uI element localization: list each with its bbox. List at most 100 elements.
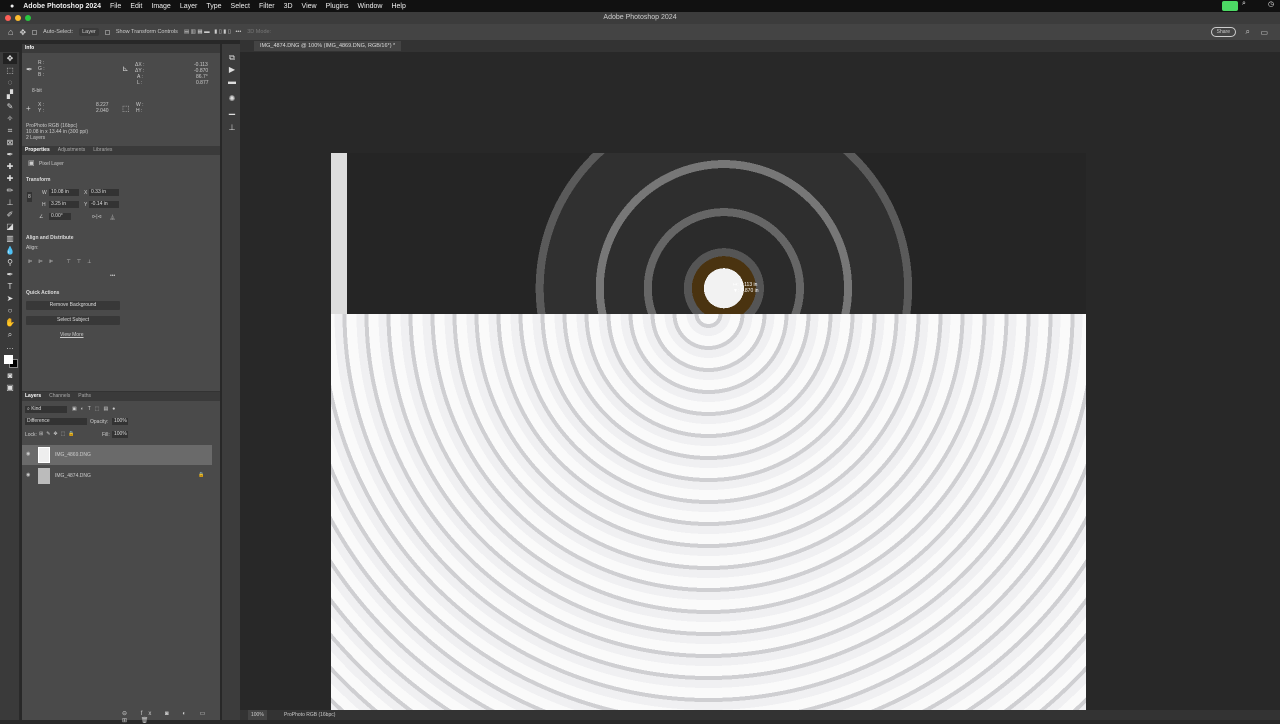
blend-mode-dropdown[interactable]: Difference	[25, 418, 87, 425]
app-menu[interactable]: Adobe Photoshop 2024	[23, 3, 101, 10]
menu-window[interactable]: Window	[358, 3, 383, 10]
document-tab[interactable]: IMG_4874.DNG @ 100% (IMG_4869.DNG, RGB/1…	[254, 41, 402, 51]
lock-icons[interactable]: ⊞✎✥⬚🔒	[39, 431, 78, 437]
histogram-icon[interactable]: ▁	[225, 105, 239, 116]
layer-name[interactable]: IMG_4869.DNG	[55, 452, 91, 458]
layer-filter-icons[interactable]: ▣◐T⬚▤●	[72, 406, 119, 412]
tab-info[interactable]: Info	[25, 44, 34, 53]
quick-mask-icon[interactable]: ◙	[3, 370, 17, 381]
menu-file[interactable]: File	[110, 3, 121, 10]
marquee-tool-icon[interactable]: ⬚	[3, 65, 17, 76]
zoom-level[interactable]: 100%	[248, 710, 267, 720]
height-input[interactable]: 3.25 in	[49, 201, 79, 208]
clone-source-icon[interactable]: ⊥	[225, 122, 239, 133]
menu-edit[interactable]: Edit	[130, 3, 142, 10]
width-input[interactable]: 10.08 in	[49, 189, 79, 196]
layer-filter-dropdown[interactable]: ⌕ Kind	[25, 406, 67, 413]
view-more-link[interactable]: View More	[60, 332, 84, 338]
menu-filter[interactable]: Filter	[259, 3, 275, 10]
tab-layers[interactable]: Layers	[25, 392, 41, 401]
share-button[interactable]: Share	[1210, 27, 1236, 37]
visibility-eye-icon[interactable]: ◉	[26, 451, 30, 457]
layer-name[interactable]: IMG_4874.DNG	[55, 473, 91, 479]
menu-image[interactable]: Image	[151, 3, 170, 10]
quick-select-tool-icon[interactable]: ✎	[3, 101, 17, 112]
blur-tool-icon[interactable]: 💧	[3, 245, 17, 256]
menu-plugins[interactable]: Plugins	[326, 3, 349, 10]
flip-horizontal-icon[interactable]: ⊳|⊲	[92, 214, 102, 220]
transform-section-header[interactable]: Transform	[26, 177, 50, 183]
menu-type[interactable]: Type	[206, 3, 221, 10]
patch-tool-icon[interactable]: ✚	[3, 173, 17, 184]
align-section-header[interactable]: Align and Distribute	[26, 235, 74, 241]
pen-tool-icon[interactable]: ✒	[3, 269, 17, 280]
crop-tool-icon[interactable]: ⌗	[3, 125, 17, 136]
tab-libraries[interactable]: Libraries	[93, 146, 112, 155]
y-input[interactable]: -0.14 in	[89, 201, 119, 208]
path-select-tool-icon[interactable]: ➤	[3, 293, 17, 304]
gradient-tool-icon[interactable]: ▥	[3, 233, 17, 244]
healing-brush-tool-icon[interactable]: ✚	[3, 161, 17, 172]
menu-3d[interactable]: 3D	[284, 3, 293, 10]
auto-select-checkbox[interactable]	[32, 29, 38, 35]
dodge-tool-icon[interactable]: ⚲	[3, 257, 17, 268]
clock-icon[interactable]: ◷	[1268, 0, 1274, 8]
history-icon[interactable]: ⧉	[225, 52, 239, 63]
stamp-tool-icon[interactable]: ⊥	[3, 197, 17, 208]
layer-row[interactable]: ◉ IMG_4869.DNG	[22, 445, 212, 465]
frame-tool-icon[interactable]: ⊠	[3, 137, 17, 148]
angle-input[interactable]: 0.00°	[49, 213, 71, 220]
search-icon[interactable]: ⌕	[1242, 0, 1246, 8]
menu-help[interactable]: Help	[391, 3, 405, 10]
tab-adjustments[interactable]: Adjustments	[58, 146, 86, 155]
home-icon[interactable]: ⌂	[8, 27, 13, 37]
object-select-tool-icon[interactable]: ▞	[3, 89, 17, 100]
eraser-tool-icon[interactable]: ◪	[3, 221, 17, 232]
document-canvas[interactable]	[331, 153, 1086, 712]
eyedropper-tool-icon[interactable]: ✒	[3, 149, 17, 160]
shape-tool-icon[interactable]: ○	[3, 305, 17, 316]
minimize-window-button[interactable]	[15, 15, 21, 21]
menu-view[interactable]: View	[302, 3, 317, 10]
document-profile[interactable]: ProPhoto RGB (16bpc)	[284, 710, 335, 720]
search-icon[interactable]: ⌕	[1246, 27, 1250, 37]
screen-record-icon[interactable]	[1222, 1, 1238, 11]
auto-select-target-dropdown[interactable]: Layer	[79, 28, 99, 36]
link-icon[interactable]: 8	[27, 192, 32, 202]
tab-properties[interactable]: Properties	[25, 146, 50, 155]
actions-play-icon[interactable]: ▶	[225, 64, 239, 75]
apple-icon[interactable]: ●	[10, 3, 14, 10]
layer-row[interactable]: ◉ IMG_4874.DNG 🔒	[22, 466, 212, 486]
menu-layer[interactable]: Layer	[180, 3, 198, 10]
workspace-icon[interactable]: ▭	[1260, 28, 1268, 37]
flip-vertical-icon[interactable]: ⏅	[110, 214, 115, 221]
select-subject-button[interactable]: Select Subject	[26, 316, 120, 325]
show-transform-checkbox[interactable]	[104, 29, 110, 35]
lasso-tool-icon[interactable]: ◌	[3, 77, 17, 88]
more-options-button[interactable]: •••	[110, 273, 115, 279]
brush-settings-icon[interactable]: ✺	[225, 93, 239, 104]
zoom-window-button[interactable]	[25, 15, 31, 21]
tab-channels[interactable]: Channels	[49, 392, 70, 401]
zoom-tool-icon[interactable]: ⌕	[3, 329, 17, 340]
magic-wand-tool-icon[interactable]: ✧	[3, 113, 17, 124]
align-buttons[interactable]: ⊫⊫⊫ ⊤⊤⊥	[28, 259, 98, 265]
hand-tool-icon[interactable]: ✋	[3, 317, 17, 328]
remove-background-button[interactable]: Remove Background	[26, 301, 120, 310]
visibility-eye-icon[interactable]: ◉	[26, 472, 30, 478]
type-tool-icon[interactable]: T	[3, 281, 17, 292]
quick-actions-header[interactable]: Quick Actions	[26, 290, 59, 296]
fill-input[interactable]: 100%	[112, 431, 128, 438]
foreground-color-swatch[interactable]	[4, 355, 13, 364]
comments-icon[interactable]: ▬	[225, 76, 239, 87]
brush-tool-icon[interactable]: ✏	[3, 185, 17, 196]
more-tools-icon[interactable]: …	[3, 341, 17, 352]
x-input[interactable]: 0.33 in	[89, 189, 119, 196]
close-window-button[interactable]	[5, 15, 11, 21]
screen-mode-icon[interactable]: ▣	[3, 382, 17, 393]
opacity-input[interactable]: 100%	[112, 418, 128, 425]
menu-select[interactable]: Select	[231, 3, 250, 10]
layer-footer-buttons[interactable]: ⊖ fx ◙ ◐ ▭ ⊞ 🗑	[122, 710, 220, 724]
align-icons[interactable]: ▤ ▥ ▦ ▬ ▮ ▯ ▮ ▯ •••	[184, 29, 241, 35]
move-tool-icon[interactable]: ✥	[19, 28, 26, 37]
